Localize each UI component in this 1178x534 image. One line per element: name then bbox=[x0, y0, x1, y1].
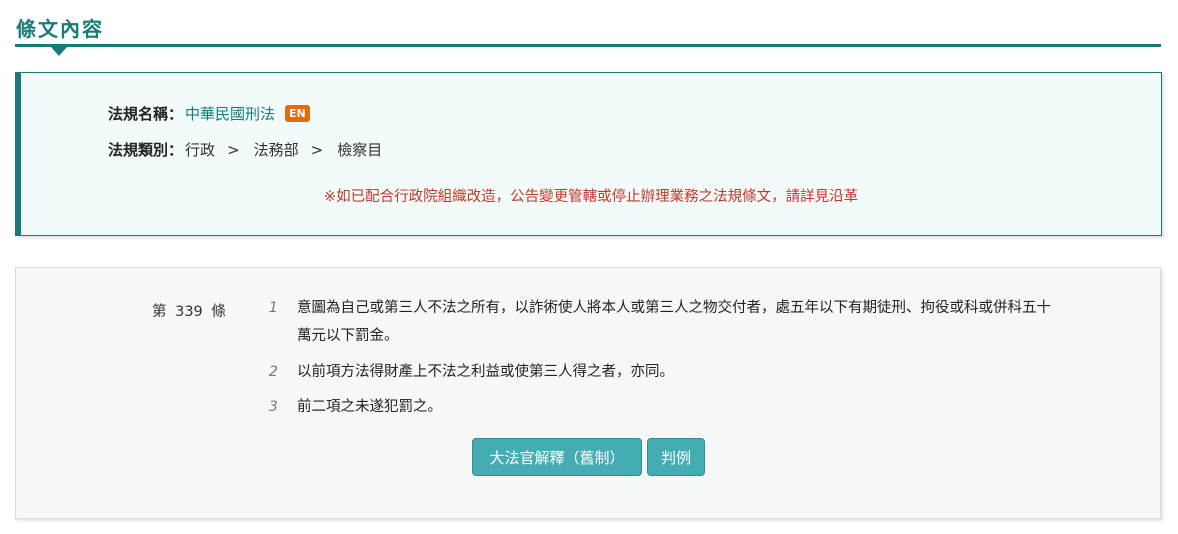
article-panel: 第 339 條 1 意圖為自己或第三人不法之所有，以詐術使人將本人或第三人之物交… bbox=[15, 267, 1161, 519]
paragraph-text: 以前項方法得財產上不法之利益或使第三人得之者，亦同。 bbox=[297, 364, 674, 380]
law-category-label: 法規類別： bbox=[108, 141, 184, 159]
page-title: 條文內容 bbox=[16, 17, 104, 41]
interpretation-button[interactable]: 大法官解釋（舊制） bbox=[472, 438, 642, 476]
paragraph-number: 1 bbox=[268, 300, 278, 316]
law-name-label: 法規名稱： bbox=[108, 105, 184, 123]
crumb-separator: > bbox=[227, 140, 240, 159]
law-name-link[interactable]: 中華民國刑法 bbox=[185, 103, 275, 124]
paragraph-text: 前二項之未遂犯罰之。 bbox=[297, 399, 442, 415]
category-crumb-3: 檢察目 bbox=[337, 141, 383, 159]
law-category-row: 法規類別： 行政 > 法務部 > 檢察目 bbox=[108, 139, 382, 160]
english-version-badge[interactable]: EN bbox=[285, 105, 310, 122]
law-info-panel: 法規名稱： 中華民國刑法 EN 法規類別： 行政 > 法務部 > 檢察目 ※如已… bbox=[15, 72, 1162, 236]
reorganization-notice: ※如已配合行政院組織改造，公告變更管轄或停止辦理業務之法規條文，請詳見沿革 bbox=[323, 189, 859, 205]
judgment-button[interactable]: 判例 bbox=[647, 438, 705, 476]
category-crumb-1: 行政 bbox=[185, 141, 216, 159]
crumb-separator: > bbox=[310, 140, 324, 159]
paragraph-number: 3 bbox=[268, 399, 278, 415]
paragraph-number: 2 bbox=[268, 364, 278, 380]
article-number: 第 339 條 bbox=[152, 304, 226, 320]
title-caret bbox=[51, 47, 67, 56]
law-name-row: 法規名稱： 中華民國刑法 EN bbox=[108, 103, 310, 124]
title-divider bbox=[15, 44, 1161, 47]
category-crumb-2: 法務部 bbox=[253, 141, 299, 159]
paragraph-text: 意圖為自己或第三人不法之所有，以詐術使人將本人或第三人之物交付者，處五年以下有期… bbox=[297, 300, 1051, 344]
